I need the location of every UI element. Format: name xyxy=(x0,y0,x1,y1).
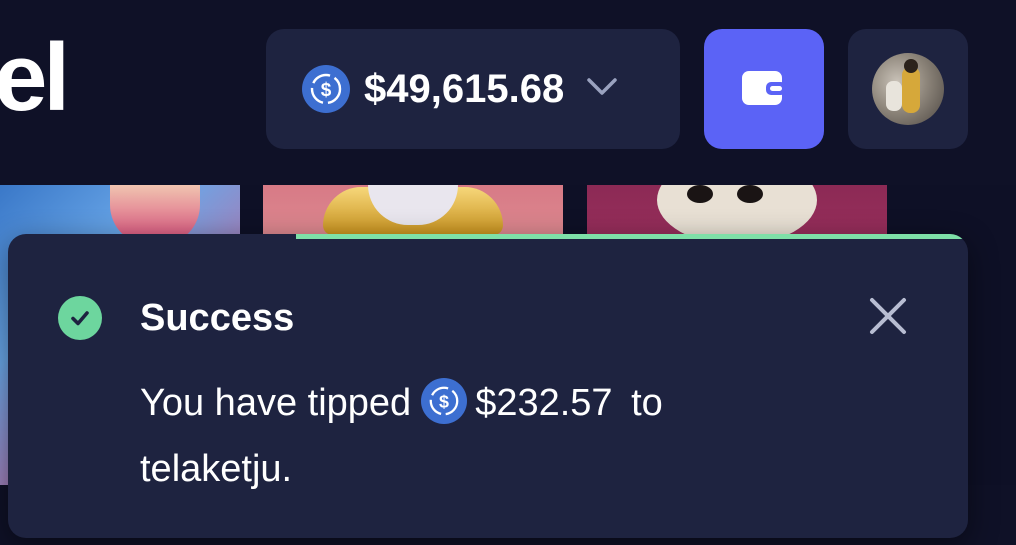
check-circle-icon xyxy=(58,296,102,340)
thumbnail-art xyxy=(687,185,713,203)
avatar-art xyxy=(902,67,920,113)
tip-amount: $232.57 xyxy=(475,382,613,424)
close-button[interactable] xyxy=(868,297,908,340)
svg-text:$: $ xyxy=(439,392,449,412)
toast-title: Success xyxy=(140,297,295,339)
avatar-art xyxy=(904,59,918,73)
balance-amount: $49,615.68 xyxy=(364,66,565,111)
balance-selector[interactable]: $ $49,615.68 xyxy=(266,29,680,149)
avatar-art xyxy=(886,81,902,111)
app-root: el $ $49,615.68 Success You have tipped … xyxy=(0,0,1016,545)
svg-text:$: $ xyxy=(321,80,332,101)
success-toast: Success You have tipped $ $232.57 to tela… xyxy=(8,234,968,538)
close-icon xyxy=(869,297,907,340)
message-to: to xyxy=(631,382,663,424)
usdc-coin-icon: $ xyxy=(302,65,350,113)
avatar xyxy=(872,53,944,125)
message-prefix: You have tipped xyxy=(140,382,412,424)
usdc-coin-icon: $ xyxy=(421,377,468,424)
chevron-down-icon xyxy=(586,77,618,102)
wallet-icon xyxy=(740,67,788,112)
toast-progress-track xyxy=(8,234,968,239)
profile-button[interactable] xyxy=(848,29,968,149)
tip-recipient: telaketju. xyxy=(140,448,293,490)
toast-progress-bar xyxy=(296,234,968,239)
wallet-button[interactable] xyxy=(704,29,824,149)
site-logo[interactable]: el xyxy=(0,30,70,126)
top-header: el $ $49,615.68 xyxy=(0,0,1016,185)
thumbnail-art xyxy=(737,185,763,203)
toast-message: You have tipped $ $232.57 to telaketju. xyxy=(140,370,840,502)
